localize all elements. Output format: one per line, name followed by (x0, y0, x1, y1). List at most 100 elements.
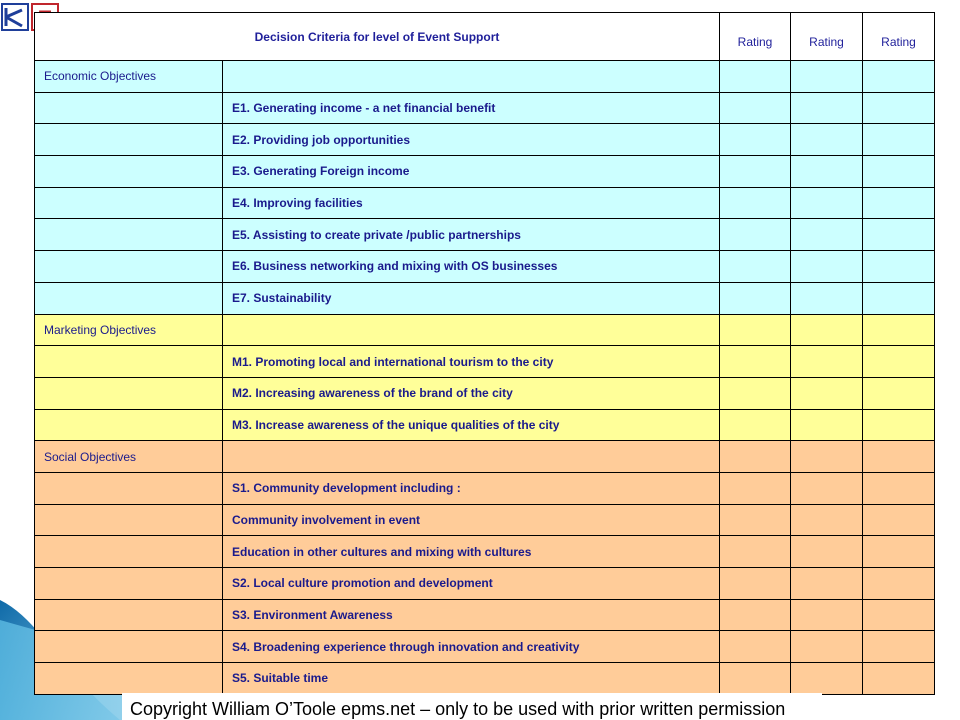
criterion-s3: S3. Environment Awareness (222, 598, 720, 632)
rating-cell[interactable] (719, 218, 791, 252)
table-row: E5. Assisting to create private /public … (34, 218, 935, 252)
rating-cell[interactable] (719, 440, 791, 473)
rating-cell[interactable] (719, 376, 791, 410)
rating-cell[interactable] (719, 250, 791, 283)
rating-cell[interactable] (862, 440, 935, 473)
rating-cell[interactable] (862, 567, 935, 600)
rating-cell[interactable] (790, 123, 863, 157)
rating-cell[interactable] (719, 567, 791, 600)
rating-cell[interactable] (719, 598, 791, 632)
rating-cell[interactable] (719, 91, 791, 125)
table-row: Community involvement in event (34, 503, 935, 537)
rating-cell[interactable] (719, 503, 791, 537)
rating-cell[interactable] (862, 91, 935, 125)
copyright-text: Copyright William O’Toole epms.net – onl… (130, 699, 786, 719)
rating-cell[interactable] (790, 598, 863, 632)
criterion-s1a: Community involvement in event (222, 503, 720, 537)
rating-header-2: Rating (790, 12, 863, 61)
criterion-s2: S2. Local culture promotion and developm… (222, 567, 720, 600)
group-label-social: Social Objectives (34, 440, 223, 473)
rating-cell[interactable] (790, 535, 863, 568)
rating-cell[interactable] (862, 535, 935, 568)
group-label-economic: Economic Objectives (34, 60, 223, 93)
rating-cell[interactable] (790, 218, 863, 252)
rating-cell[interactable] (790, 313, 863, 347)
criterion-m3: M3. Increase awareness of the unique qua… (222, 408, 720, 442)
copyright-bar: Copyright William O’Toole epms.net – onl… (122, 693, 822, 720)
rating-cell[interactable] (862, 630, 935, 664)
rating-cell[interactable] (790, 186, 863, 220)
rating-cell[interactable] (790, 630, 863, 664)
rating-cell[interactable] (862, 123, 935, 157)
rating-cell[interactable] (862, 598, 935, 632)
table-row: E7. Sustainability (34, 281, 935, 315)
rating-cell[interactable] (719, 123, 791, 157)
table-row: E1. Generating income - a net financial … (34, 91, 935, 125)
rating-cell[interactable] (719, 408, 791, 442)
table-row: E3. Generating Foreign income (34, 155, 935, 188)
rating-cell[interactable] (862, 408, 935, 442)
decision-criteria-table: Decision Criteria for level of Event Sup… (34, 12, 935, 695)
rating-cell[interactable] (862, 281, 935, 315)
table-row: S5. Suitable time (34, 662, 935, 695)
rating-cell[interactable] (790, 408, 863, 442)
criterion-s5: S5. Suitable time (222, 662, 720, 695)
rating-cell[interactable] (790, 60, 863, 93)
table-row: S2. Local culture promotion and developm… (34, 567, 935, 600)
rating-cell[interactable] (719, 155, 791, 188)
rating-cell[interactable] (790, 662, 863, 695)
table-row: E4. Improving facilities (34, 186, 935, 220)
table-row: E2. Providing job opportunities (34, 123, 935, 157)
table-row: M3. Increase awareness of the unique qua… (34, 408, 935, 442)
rating-cell[interactable] (719, 662, 791, 695)
table-row: S1. Community development including : (34, 471, 935, 505)
rating-cell[interactable] (719, 471, 791, 505)
rating-cell[interactable] (719, 186, 791, 220)
rating-cell[interactable] (719, 281, 791, 315)
table-row: S3. Environment Awareness (34, 598, 935, 632)
rating-cell[interactable] (790, 471, 863, 505)
rating-cell[interactable] (790, 281, 863, 315)
criterion-s4: S4. Broadening experience through innova… (222, 630, 720, 664)
rating-cell[interactable] (862, 313, 935, 347)
group-row-marketing: Marketing Objectives (34, 313, 935, 347)
criterion-e2: E2. Providing job opportunities (222, 123, 720, 157)
rating-cell[interactable] (862, 345, 935, 378)
rating-cell[interactable] (790, 567, 863, 600)
rating-cell[interactable] (862, 155, 935, 188)
rating-cell[interactable] (719, 345, 791, 378)
group-row-social: Social Objectives (34, 440, 935, 473)
rating-cell[interactable] (790, 250, 863, 283)
criterion-m1: M1. Promoting local and international to… (222, 345, 720, 378)
table-title: Decision Criteria for level of Event Sup… (34, 12, 720, 61)
rating-cell[interactable] (862, 186, 935, 220)
rating-cell[interactable] (790, 155, 863, 188)
group-label-marketing: Marketing Objectives (34, 313, 223, 347)
rating-cell[interactable] (862, 218, 935, 252)
rating-cell[interactable] (862, 471, 935, 505)
rating-cell[interactable] (862, 250, 935, 283)
rating-cell[interactable] (790, 376, 863, 410)
rating-header-1: Rating (719, 12, 791, 61)
rating-cell[interactable] (862, 662, 935, 695)
rating-cell[interactable] (719, 535, 791, 568)
rating-cell[interactable] (790, 503, 863, 537)
rating-cell[interactable] (790, 91, 863, 125)
rating-cell[interactable] (862, 376, 935, 410)
rating-cell[interactable] (862, 60, 935, 93)
criterion-e6: E6. Business networking and mixing with … (222, 250, 720, 283)
rating-header-3: Rating (862, 12, 935, 61)
criterion-e4: E4. Improving facilities (222, 186, 720, 220)
rating-cell[interactable] (790, 440, 863, 473)
rating-cell[interactable] (790, 345, 863, 378)
table-header-row: Decision Criteria for level of Event Sup… (34, 12, 935, 61)
table-row: Education in other cultures and mixing w… (34, 535, 935, 568)
rating-cell[interactable] (719, 313, 791, 347)
criterion-e1: E1. Generating income - a net financial … (222, 91, 720, 125)
rating-cell[interactable] (719, 630, 791, 664)
table-row: M2. Increasing awareness of the brand of… (34, 376, 935, 410)
rating-cell[interactable] (719, 60, 791, 93)
group-row-economic: Economic Objectives (34, 60, 935, 93)
rating-cell[interactable] (862, 503, 935, 537)
criterion-e5: E5. Assisting to create private /public … (222, 218, 720, 252)
